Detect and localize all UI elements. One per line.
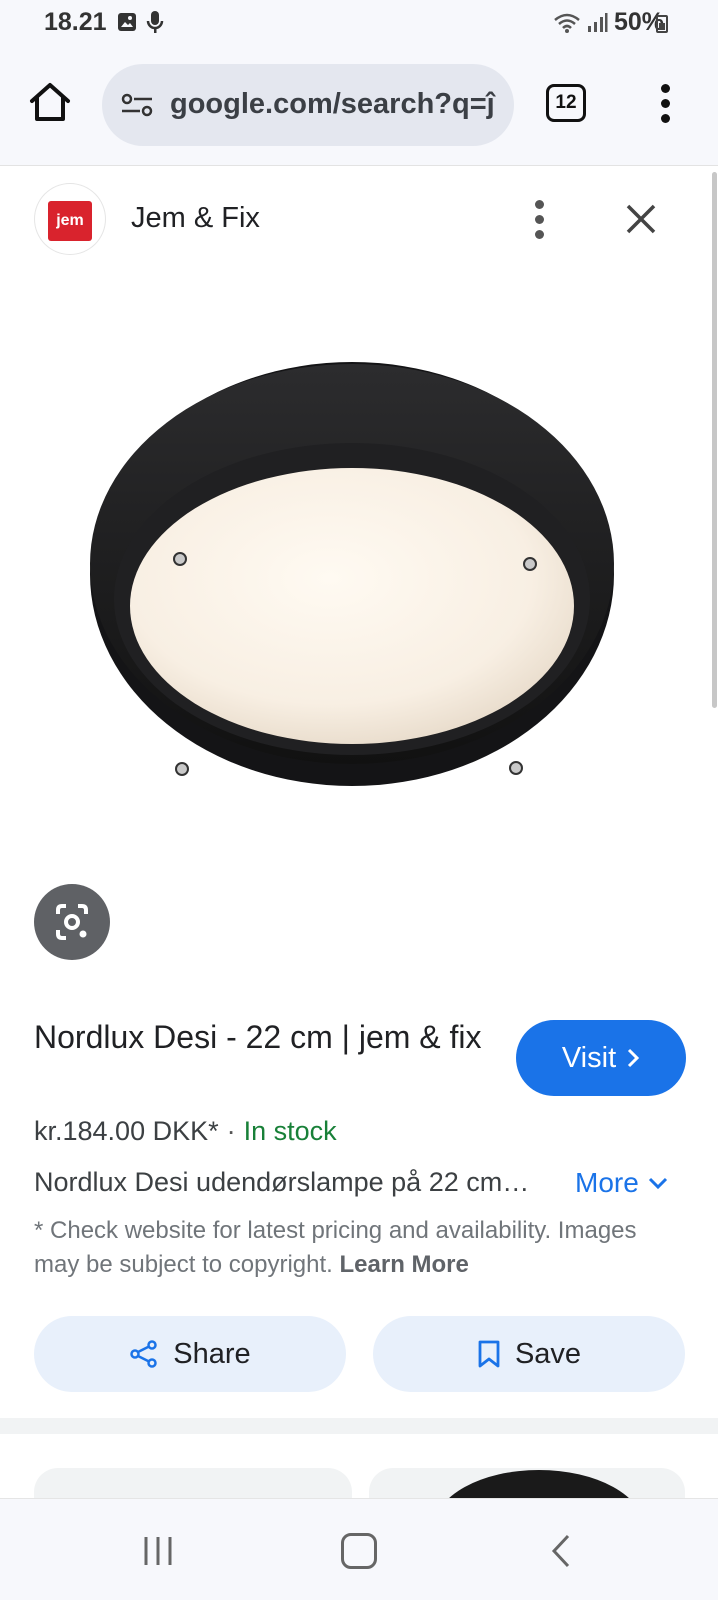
source-logo[interactable]: jem bbox=[35, 184, 105, 254]
status-bar: 18.21 50% bbox=[0, 0, 718, 50]
more-label: More bbox=[575, 1167, 639, 1198]
section-divider bbox=[0, 1418, 718, 1434]
stock-status: In stock bbox=[243, 1116, 337, 1146]
signal-icon bbox=[587, 12, 608, 32]
chevron-right-icon bbox=[628, 1048, 640, 1068]
battery-icon bbox=[656, 15, 668, 33]
price-line: kr.184.00 DKK* · In stock bbox=[34, 1116, 337, 1147]
visit-button[interactable]: Visit bbox=[516, 1020, 686, 1096]
product-title[interactable]: Nordlux Desi - 22 cm | jem & fix bbox=[34, 1016, 484, 1058]
browser-toolbar: google.com/search?q=ĵ 12 bbox=[0, 50, 718, 166]
share-button[interactable]: Share bbox=[34, 1316, 346, 1392]
microphone-icon bbox=[146, 11, 164, 33]
back-icon[interactable] bbox=[548, 1533, 574, 1569]
share-icon bbox=[130, 1340, 158, 1368]
site-settings-icon[interactable] bbox=[120, 92, 154, 118]
save-label: Save bbox=[514, 1337, 582, 1370]
browser-menu-icon[interactable] bbox=[656, 82, 676, 126]
close-icon[interactable] bbox=[624, 202, 658, 236]
gallery-icon bbox=[118, 13, 136, 31]
chevron-down-icon bbox=[648, 1177, 667, 1190]
share-label: Share bbox=[173, 1337, 251, 1370]
recent-apps-icon[interactable] bbox=[140, 1535, 176, 1567]
separator-dot: · bbox=[226, 1116, 236, 1146]
learn-more-link[interactable]: Learn More bbox=[340, 1251, 469, 1278]
address-bar[interactable]: google.com/search?q=ĵ bbox=[102, 64, 514, 146]
save-button[interactable]: Save bbox=[373, 1316, 685, 1392]
status-time: 18.21 bbox=[44, 8, 107, 36]
source-name[interactable]: Jem & Fix bbox=[131, 202, 260, 235]
system-nav-bar bbox=[0, 1498, 718, 1600]
wifi-icon bbox=[554, 13, 580, 33]
lamp-illustration bbox=[90, 362, 614, 786]
disclaimer-text: * Check website for latest pricing and a… bbox=[34, 1217, 637, 1278]
price: kr.184.00 DKK* bbox=[34, 1116, 219, 1146]
visit-label: Visit bbox=[561, 1041, 617, 1074]
bookmark-icon bbox=[478, 1340, 500, 1368]
tab-switcher-button[interactable]: 12 bbox=[546, 84, 586, 122]
google-lens-button[interactable] bbox=[34, 884, 110, 960]
disclaimer: * Check website for latest pricing and a… bbox=[34, 1214, 684, 1282]
home-icon[interactable] bbox=[28, 80, 72, 124]
product-image[interactable] bbox=[0, 274, 708, 854]
source-header: jem Jem & Fix bbox=[0, 166, 718, 274]
scrollbar[interactable] bbox=[712, 172, 717, 708]
url-text: google.com/search?q=ĵ bbox=[170, 88, 495, 120]
status-notification-icons bbox=[116, 10, 164, 34]
source-logo-mark: jem bbox=[48, 201, 92, 241]
more-options-icon[interactable] bbox=[530, 198, 550, 242]
status-right: 50% bbox=[554, 8, 664, 37]
lens-icon bbox=[56, 904, 88, 940]
more-button[interactable]: More bbox=[575, 1167, 669, 1199]
home-nav-icon[interactable] bbox=[341, 1533, 377, 1569]
